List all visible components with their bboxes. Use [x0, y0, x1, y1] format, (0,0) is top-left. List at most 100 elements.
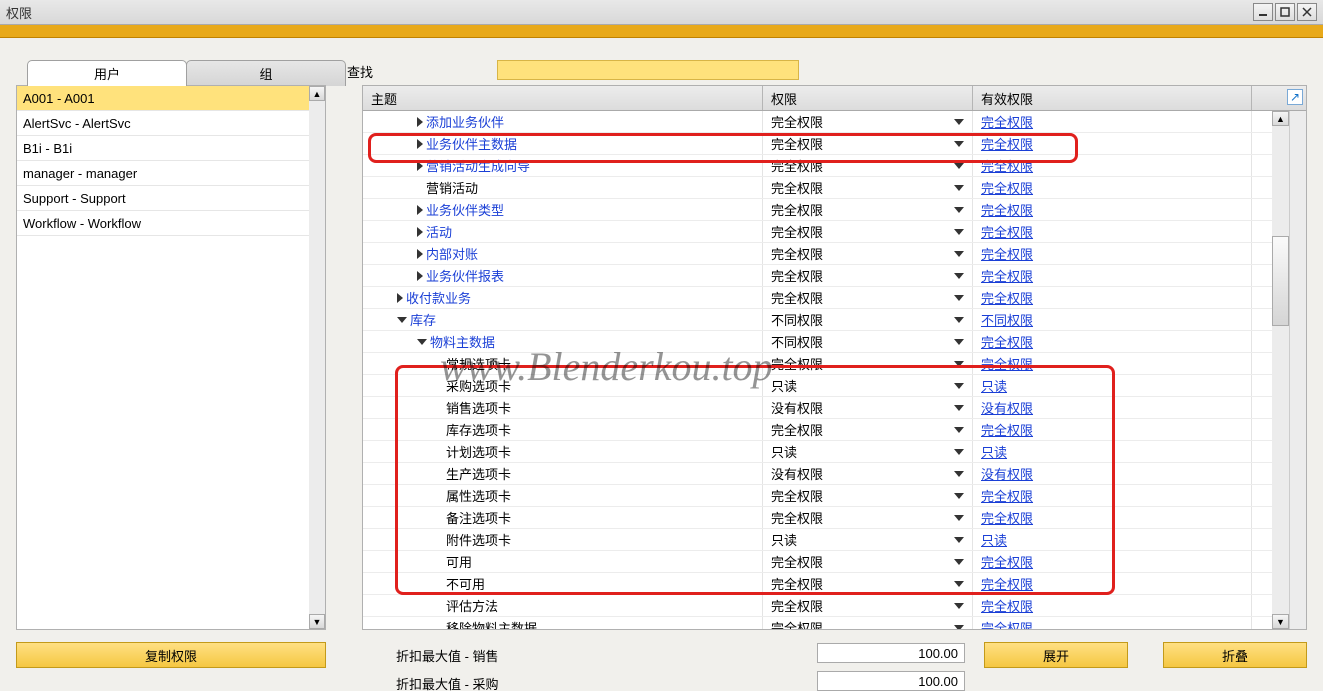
grid-row[interactable]: 生产选项卡没有权限没有权限: [363, 463, 1272, 485]
cell-subject[interactable]: 营销活动生成向导: [363, 155, 763, 176]
copy-perm-button[interactable]: 复制权限: [16, 642, 326, 668]
dropdown-icon[interactable]: [954, 449, 964, 455]
eff-link[interactable]: 完全权限: [981, 354, 1033, 373]
minimize-button[interactable]: [1253, 3, 1273, 21]
cell-perm[interactable]: 完全权限: [763, 133, 973, 154]
cell-perm[interactable]: 不同权限: [763, 309, 973, 330]
user-row[interactable]: B1i - B1i: [17, 136, 311, 161]
grid-row[interactable]: 业务伙伴主数据完全权限完全权限: [363, 133, 1272, 155]
eff-link[interactable]: 完全权限: [981, 222, 1033, 241]
dropdown-icon[interactable]: [954, 273, 964, 279]
cell-eff[interactable]: 只读: [973, 441, 1252, 462]
dropdown-icon[interactable]: [954, 427, 964, 433]
expand-arrow-icon[interactable]: [417, 205, 423, 215]
cell-eff[interactable]: 没有权限: [973, 397, 1252, 418]
cell-perm[interactable]: 完全权限: [763, 221, 973, 242]
cell-eff[interactable]: 完全权限: [973, 287, 1252, 308]
cell-subject[interactable]: 收付款业务: [363, 287, 763, 308]
collapse-arrow-icon[interactable]: [397, 317, 407, 323]
grid-row[interactable]: 业务伙伴类型完全权限完全权限: [363, 199, 1272, 221]
cell-subject[interactable]: 库存选项卡: [363, 419, 763, 440]
scroll-up-icon[interactable]: ▲: [309, 86, 325, 101]
cell-eff[interactable]: 完全权限: [973, 485, 1252, 506]
expand-button[interactable]: 展开: [984, 642, 1128, 668]
dropdown-icon[interactable]: [954, 339, 964, 345]
cell-perm[interactable]: 完全权限: [763, 287, 973, 308]
cell-perm[interactable]: 完全权限: [763, 199, 973, 220]
cell-perm[interactable]: 完全权限: [763, 155, 973, 176]
dropdown-icon[interactable]: [954, 251, 964, 257]
eff-link[interactable]: 完全权限: [981, 618, 1033, 629]
grid-row[interactable]: 备注选项卡完全权限完全权限: [363, 507, 1272, 529]
cell-eff[interactable]: 完全权限: [973, 551, 1252, 572]
cell-subject[interactable]: 添加业务伙伴: [363, 111, 763, 132]
eff-link[interactable]: 只读: [981, 530, 1007, 549]
dropdown-icon[interactable]: [954, 515, 964, 521]
cell-eff[interactable]: 完全权限: [973, 177, 1252, 198]
cell-subject[interactable]: 业务伙伴主数据: [363, 133, 763, 154]
user-row[interactable]: A001 - A001: [17, 86, 311, 111]
eff-link[interactable]: 完全权限: [981, 574, 1033, 593]
user-row[interactable]: Support - Support: [17, 186, 311, 211]
eff-link[interactable]: 完全权限: [981, 552, 1033, 571]
user-list-scrollbar[interactable]: ▲ ▼: [309, 86, 325, 629]
cell-subject[interactable]: 活动: [363, 221, 763, 242]
grid-row[interactable]: 评估方法完全权限完全权限: [363, 595, 1272, 617]
eff-link[interactable]: 完全权限: [981, 596, 1033, 615]
cell-subject[interactable]: 营销活动: [363, 177, 763, 198]
grid-row[interactable]: 库存选项卡完全权限完全权限: [363, 419, 1272, 441]
expand-arrow-icon[interactable]: [417, 139, 423, 149]
grid-row[interactable]: 常规选项卡完全权限完全权限: [363, 353, 1272, 375]
eff-link[interactable]: 不同权限: [981, 310, 1033, 329]
grid-row[interactable]: 物料主数据不同权限完全权限: [363, 331, 1272, 353]
grid-row[interactable]: 计划选项卡只读只读: [363, 441, 1272, 463]
dropdown-icon[interactable]: [954, 119, 964, 125]
user-row[interactable]: AlertSvc - AlertSvc: [17, 111, 311, 136]
cell-perm[interactable]: 完全权限: [763, 617, 973, 629]
discount-sales-input[interactable]: 100.00: [817, 643, 965, 663]
cell-eff[interactable]: 只读: [973, 375, 1252, 396]
dropdown-icon[interactable]: [954, 625, 964, 630]
grid-row[interactable]: 营销活动生成向导完全权限完全权限: [363, 155, 1272, 177]
cell-eff[interactable]: 只读: [973, 529, 1252, 550]
eff-link[interactable]: 完全权限: [981, 112, 1033, 131]
eff-link[interactable]: 完全权限: [981, 134, 1033, 153]
col-perm[interactable]: 权限: [763, 86, 973, 110]
collapse-button[interactable]: 折叠: [1163, 642, 1307, 668]
dropdown-icon[interactable]: [954, 185, 964, 191]
expand-arrow-icon[interactable]: [417, 227, 423, 237]
cell-eff[interactable]: 完全权限: [973, 331, 1252, 352]
cell-perm[interactable]: 完全权限: [763, 507, 973, 528]
eff-link[interactable]: 完全权限: [981, 266, 1033, 285]
cell-perm[interactable]: 完全权限: [763, 573, 973, 594]
eff-link[interactable]: 完全权限: [981, 508, 1033, 527]
expand-arrow-icon[interactable]: [417, 271, 423, 281]
collapse-arrow-icon[interactable]: [417, 339, 427, 345]
cell-eff[interactable]: 完全权限: [973, 243, 1252, 264]
grid-row[interactable]: 不可用完全权限完全权限: [363, 573, 1272, 595]
eff-link[interactable]: 没有权限: [981, 464, 1033, 483]
cell-subject[interactable]: 附件选项卡: [363, 529, 763, 550]
cell-perm[interactable]: 完全权限: [763, 485, 973, 506]
cell-eff[interactable]: 完全权限: [973, 595, 1252, 616]
cell-subject[interactable]: 业务伙伴报表: [363, 265, 763, 286]
dropdown-icon[interactable]: [954, 493, 964, 499]
grid-row[interactable]: 移除物料主数据完全权限完全权限: [363, 617, 1272, 629]
cell-perm[interactable]: 完全权限: [763, 419, 973, 440]
cell-eff[interactable]: 完全权限: [973, 221, 1252, 242]
scroll-down-icon[interactable]: ▼: [1272, 614, 1289, 629]
cell-perm[interactable]: 没有权限: [763, 397, 973, 418]
grid-row[interactable]: 采购选项卡只读只读: [363, 375, 1272, 397]
grid-row[interactable]: 收付款业务完全权限完全权限: [363, 287, 1272, 309]
tab-user[interactable]: 用户: [27, 60, 187, 86]
grid-row[interactable]: 销售选项卡没有权限没有权限: [363, 397, 1272, 419]
grid-row[interactable]: 内部对账完全权限完全权限: [363, 243, 1272, 265]
user-row[interactable]: manager - manager: [17, 161, 311, 186]
cell-eff[interactable]: 完全权限: [973, 155, 1252, 176]
cell-subject[interactable]: 常规选项卡: [363, 353, 763, 374]
cell-subject[interactable]: 采购选项卡: [363, 375, 763, 396]
cell-subject[interactable]: 内部对账: [363, 243, 763, 264]
grid-row[interactable]: 添加业务伙伴完全权限完全权限: [363, 111, 1272, 133]
grid-row[interactable]: 库存不同权限不同权限: [363, 309, 1272, 331]
grid-row[interactable]: 活动完全权限完全权限: [363, 221, 1272, 243]
